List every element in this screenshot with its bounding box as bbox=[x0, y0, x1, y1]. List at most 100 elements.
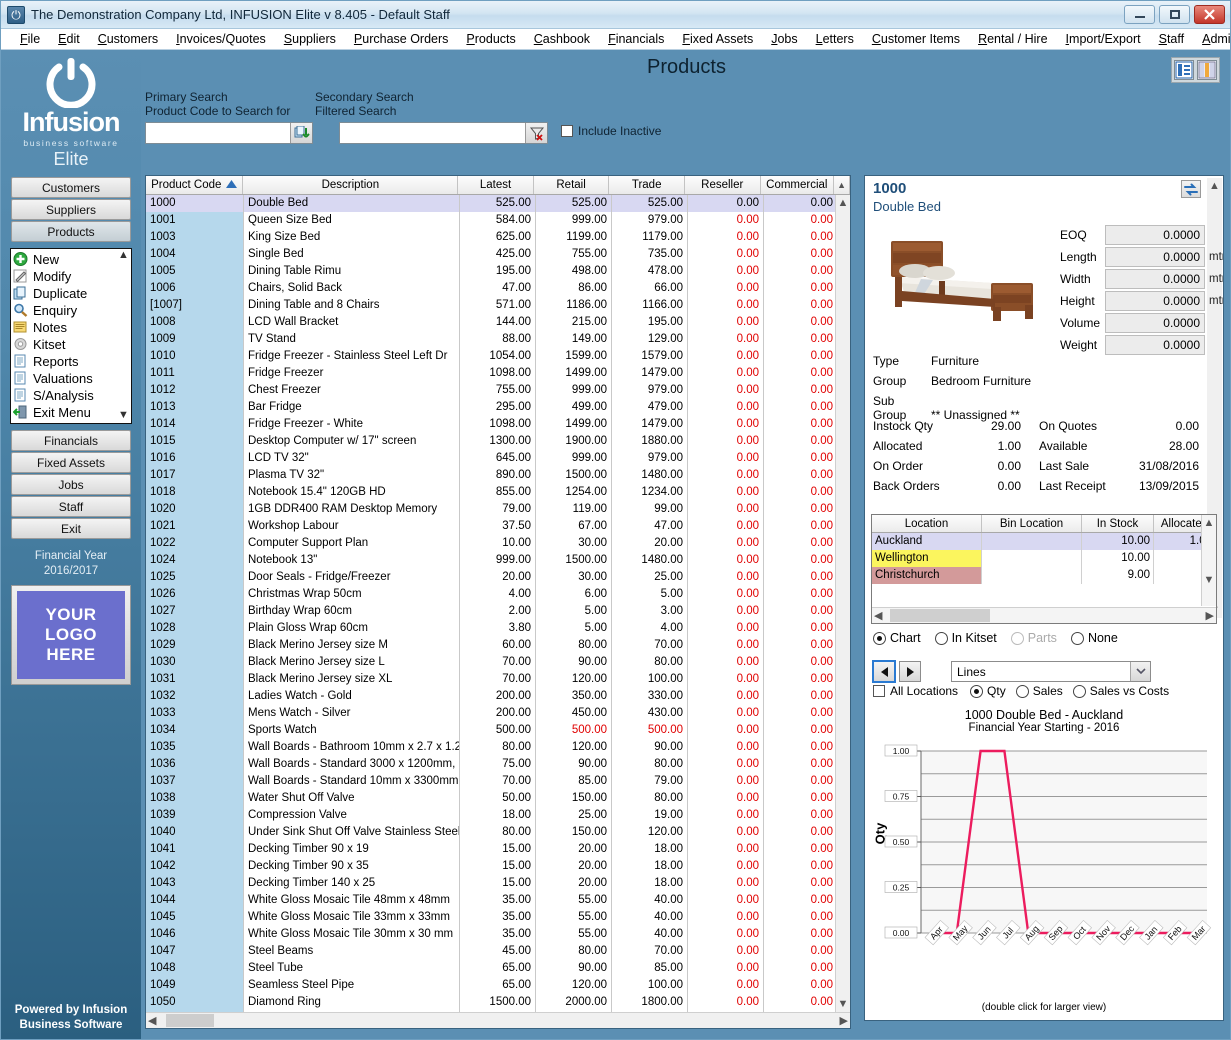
menu-action-enquiry[interactable]: Enquiry bbox=[13, 302, 131, 319]
table-row[interactable]: 1029 Black Merino Jersey size M 60.00 80.00… bbox=[146, 637, 850, 654]
table-row[interactable]: 1021 Workshop Labour 37.50 67.00 47.00 0.00 0.… bbox=[146, 518, 850, 535]
sidebar-item-exit[interactable]: Exit bbox=[11, 518, 131, 539]
location-vertical-scrollbar[interactable]: ▲ ▼ bbox=[1201, 515, 1216, 606]
table-row[interactable]: 1027 Birthday Wrap 60cm 2.00 5.00 3.00 0.00 0.… bbox=[146, 603, 850, 620]
primary-search-field[interactable] bbox=[145, 122, 313, 144]
table-row[interactable]: 1009 TV Stand 88.00 149.00 129.00 0.00 0.00 bbox=[146, 331, 850, 348]
table-row[interactable]: 1008 LCD Wall Bracket 144.00 215.00 195.00 0.… bbox=[146, 314, 850, 331]
scroll-thumb[interactable] bbox=[166, 1014, 215, 1027]
minimize-button[interactable] bbox=[1124, 5, 1155, 24]
sidebar-item-customers[interactable]: Customers bbox=[11, 177, 131, 198]
table-row[interactable]: 1042 Decking Timber 90 x 35 15.00 20.00 18.0… bbox=[146, 858, 850, 875]
column-header-desc[interactable]: Description bbox=[243, 176, 459, 194]
table-row[interactable]: 1010 Fridge Freezer - Stainless Steel Lef… bbox=[146, 348, 850, 365]
table-row[interactable]: 1011 Fridge Freezer 1098.00 1499.00 1479.00 0… bbox=[146, 365, 850, 382]
menu-invoices-quotes[interactable]: Invoices/Quotes bbox=[167, 32, 275, 46]
primary-search-input[interactable] bbox=[146, 123, 290, 143]
secondary-search-field[interactable] bbox=[339, 122, 548, 144]
dimension-value-weight[interactable]: 0.0000 bbox=[1105, 335, 1205, 355]
table-row[interactable]: 1036 Wall Boards - Standard 3000 x 1200mm… bbox=[146, 756, 850, 773]
table-row[interactable]: 1012 Chest Freezer 755.00 999.00 979.00 0.00 0… bbox=[146, 382, 850, 399]
mode-radio-chart[interactable]: Chart bbox=[873, 631, 921, 645]
copy-down-icon[interactable] bbox=[290, 123, 312, 143]
table-row[interactable]: 1031 Black Merino Jersey size XL 70.00 120.… bbox=[146, 671, 850, 688]
menu-staff[interactable]: Staff bbox=[1150, 32, 1194, 46]
table-row[interactable]: 1039 Compression Valve 18.00 25.00 19.00 0.00… bbox=[146, 807, 850, 824]
menu-purchase-orders[interactable]: Purchase Orders bbox=[345, 32, 458, 46]
table-row[interactable]: 1022 Computer Support Plan 10.00 30.00 20.00… bbox=[146, 535, 850, 552]
menu-rental-hire[interactable]: Rental / Hire bbox=[969, 32, 1056, 46]
table-row[interactable]: 1030 Black Merino Jersey size L 70.00 90.00… bbox=[146, 654, 850, 671]
scroll-thumb[interactable] bbox=[890, 609, 991, 622]
table-row[interactable]: 1040 Under Sink Shut Off Valve Stainless … bbox=[146, 824, 850, 841]
secondary-search-input[interactable] bbox=[340, 123, 525, 143]
menu-suppliers[interactable]: Suppliers bbox=[275, 32, 345, 46]
menu-action-notes[interactable]: Notes bbox=[13, 319, 131, 336]
table-row[interactable]: 1049 Seamless Steel Pipe 65.00 120.00 100.00… bbox=[146, 977, 850, 994]
radio-dot[interactable] bbox=[970, 684, 984, 698]
menu-action-modify[interactable]: Modify bbox=[13, 268, 131, 285]
grid-body[interactable]: 1000 Double Bed 525.00 525.00 525.00 0.00 0.00… bbox=[146, 195, 850, 1012]
right-triangle-icon[interactable] bbox=[899, 661, 921, 682]
radio-dot[interactable] bbox=[1072, 684, 1086, 698]
radio-dot[interactable] bbox=[1015, 684, 1029, 698]
menu-customer-items[interactable]: Customer Items bbox=[863, 32, 969, 46]
table-row[interactable]: 1024 Notebook 13" 999.00 1500.00 1480.00 0.00… bbox=[146, 552, 850, 569]
chevron-down-icon[interactable] bbox=[1130, 662, 1150, 681]
checkbox-box[interactable] bbox=[561, 125, 573, 137]
menu-customers[interactable]: Customers bbox=[89, 32, 167, 46]
sidebar-item-suppliers[interactable]: Suppliers bbox=[11, 199, 131, 220]
menu-edit[interactable]: Edit bbox=[49, 32, 89, 46]
location-column-in-stock[interactable]: In Stock bbox=[1082, 515, 1154, 532]
column-header-trade[interactable]: Trade bbox=[609, 176, 685, 194]
menu-file[interactable]: File bbox=[11, 32, 49, 46]
grid-horizontal-scrollbar[interactable]: ◀ ▶ bbox=[146, 1012, 850, 1028]
table-row[interactable]: 1017 Plasma TV 32" 890.00 1500.00 1480.00 0.0… bbox=[146, 467, 850, 484]
table-row[interactable]: 1015 Desktop Computer w/ 17" screen 1300.0… bbox=[146, 433, 850, 450]
table-row[interactable]: 1045 White Gloss Mosaic Tile 33mm x 33mm 3… bbox=[146, 909, 850, 926]
table-row[interactable]: 1038 Water Shut Off Valve 50.00 150.00 80.00… bbox=[146, 790, 850, 807]
menu-fixed-assets[interactable]: Fixed Assets bbox=[673, 32, 762, 46]
chevron-down-icon[interactable]: ▼ bbox=[1202, 574, 1216, 586]
table-row[interactable]: 1004 Single Bed 425.00 755.00 735.00 0.00 0.00 bbox=[146, 246, 850, 263]
location-grid-rows[interactable]: Auckland10.001.00Wellington10.00Christch… bbox=[872, 533, 1216, 584]
refresh-icon[interactable] bbox=[1181, 180, 1201, 198]
column-header-reseller[interactable]: Reseller bbox=[685, 176, 761, 194]
checkbox-box[interactable] bbox=[873, 685, 885, 697]
table-row[interactable]: 1003 King Size Bed 625.00 1199.00 1179.00 0.0… bbox=[146, 229, 850, 246]
menu-action-duplicate[interactable]: Duplicate bbox=[13, 285, 131, 302]
column-header-commercial[interactable]: Commercial bbox=[761, 176, 835, 194]
location-column-location[interactable]: Location bbox=[872, 515, 982, 532]
menu-action-reports[interactable]: Reports bbox=[13, 353, 131, 370]
menu-jobs[interactable]: Jobs bbox=[762, 32, 806, 46]
menu-action-kitset[interactable]: Kitset bbox=[13, 336, 131, 353]
table-row[interactable]: 1037 Wall Boards - Standard 10mm x 3300mm… bbox=[146, 773, 850, 790]
dimension-value-length[interactable]: 0.0000 bbox=[1105, 247, 1205, 267]
location-row[interactable]: Wellington 10.00 bbox=[872, 550, 1216, 567]
table-row[interactable]: 1028 Plain Gloss Wrap 60cm 3.80 5.00 4.00 0.0… bbox=[146, 620, 850, 637]
sidebar-item-jobs[interactable]: Jobs bbox=[11, 474, 131, 495]
table-row[interactable]: 1044 White Gloss Mosaic Tile 48mm x 48mm 3… bbox=[146, 892, 850, 909]
chevron-up-icon[interactable]: ▲ bbox=[1202, 517, 1216, 529]
column-header-code[interactable]: Product Code bbox=[146, 176, 244, 194]
sidebar-item-fixed-assets[interactable]: Fixed Assets bbox=[11, 452, 131, 473]
table-row[interactable]: 1050 Diamond Ring 1500.00 2000.00 1800.00 0.0… bbox=[146, 994, 850, 1011]
menu-products[interactable]: Products bbox=[457, 32, 524, 46]
table-row[interactable]: 1047 Steel Beams 45.00 80.00 70.00 0.00 0.00 bbox=[146, 943, 850, 960]
chart-type-select[interactable]: Lines bbox=[951, 661, 1151, 682]
chevron-left-icon[interactable]: ◀ bbox=[874, 609, 882, 622]
table-row[interactable]: 1020 1GB DDR400 RAM Desktop Memory 79.00 11… bbox=[146, 501, 850, 518]
table-row[interactable]: 1025 Door Seals - Fridge/Freezer 20.00 30.0… bbox=[146, 569, 850, 586]
card-view-icon[interactable] bbox=[1197, 60, 1217, 80]
company-logo-placeholder[interactable]: YOUR LOGO HERE bbox=[11, 585, 131, 685]
include-inactive-checkbox[interactable]: Include Inactive bbox=[561, 124, 661, 138]
left-triangle-icon[interactable] bbox=[872, 660, 896, 683]
menu-action-s-analysis[interactable]: S/Analysis bbox=[13, 387, 131, 404]
table-row[interactable]: 1018 Notebook 15.4" 120GB HD 855.00 1254.00… bbox=[146, 484, 850, 501]
dimension-value-eoq[interactable]: 0.0000 bbox=[1105, 225, 1205, 245]
table-row[interactable]: 1043 Decking Timber 140 x 25 15.00 20.00 18.… bbox=[146, 875, 850, 892]
location-row[interactable]: Christchurch 9.00 bbox=[872, 567, 1216, 584]
menu-cashbook[interactable]: Cashbook bbox=[525, 32, 599, 46]
measure-radio-sales-vs-costs[interactable]: Sales vs Costs bbox=[1072, 684, 1169, 698]
chevron-up-icon[interactable]: ▲ bbox=[117, 250, 130, 261]
